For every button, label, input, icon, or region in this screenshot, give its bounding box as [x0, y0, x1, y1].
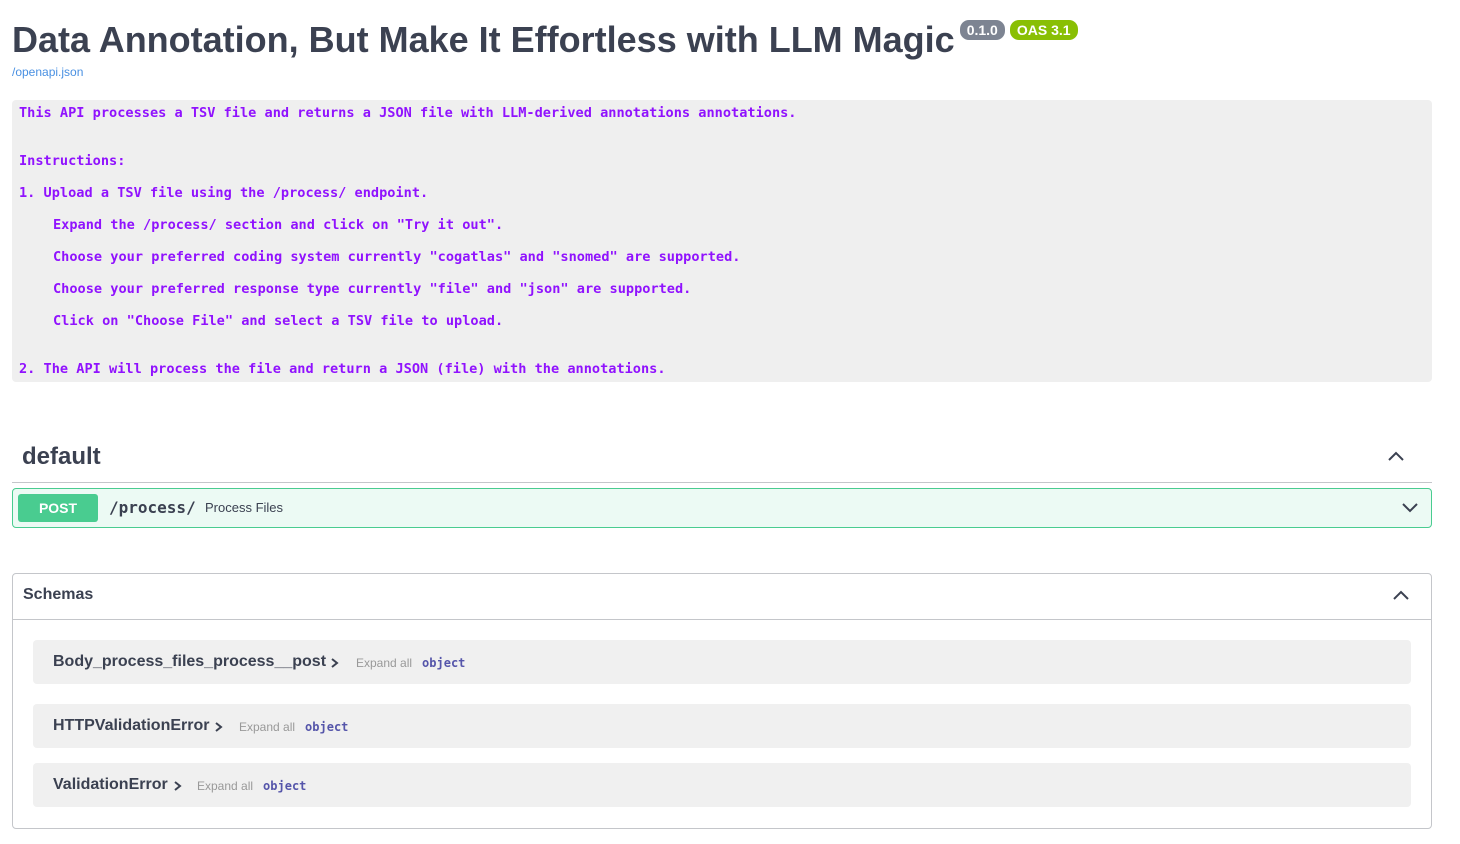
- openapi-json-link[interactable]: /openapi.json: [12, 65, 83, 79]
- description-line: 1. Upload a TSV file using the /process/…: [19, 185, 429, 201]
- description-line: Expand the /process/ section and click o…: [53, 217, 504, 233]
- expand-all-button[interactable]: Expand all: [356, 656, 412, 670]
- schema-model[interactable]: Body_process_files_process__post Expand …: [33, 640, 1411, 684]
- description-line: Click on "Choose File" and select a TSV …: [53, 313, 504, 329]
- operation-path: /process/: [109, 498, 196, 517]
- schemas-header[interactable]: Schemas: [13, 574, 1431, 620]
- api-title: Data Annotation, But Make It Effortless …: [12, 19, 955, 60]
- chevron-right-icon[interactable]: [330, 657, 340, 669]
- model-name[interactable]: HTTPValidationError: [53, 717, 209, 735]
- expand-all-button[interactable]: Expand all: [197, 779, 253, 793]
- badges: 0.1.0 OAS 3.1: [959, 20, 1083, 40]
- schema-model[interactable]: ValidationError Expand all object: [33, 763, 1411, 807]
- version-badge: 0.1.0: [959, 20, 1005, 40]
- section-default-header[interactable]: default: [12, 434, 1432, 483]
- schemas-title: Schemas: [23, 586, 94, 603]
- model-type: object: [263, 779, 307, 793]
- chevron-down-icon[interactable]: [1400, 497, 1420, 517]
- api-description: This API processes a TSV file and return…: [12, 100, 1432, 382]
- model-type: object: [305, 720, 349, 734]
- model-meta: Expand all object: [356, 656, 465, 670]
- expand-all-button[interactable]: Expand all: [239, 720, 295, 734]
- model-name[interactable]: ValidationError: [53, 776, 168, 794]
- chevron-right-icon[interactable]: [173, 780, 183, 792]
- chevron-up-icon[interactable]: [1386, 446, 1406, 466]
- description-line: Choose your preferred response type curr…: [53, 281, 692, 297]
- schemas-section: Schemas Body_process_files_process__post…: [12, 573, 1432, 829]
- model-meta: Expand all object: [197, 779, 306, 793]
- description-line: Instructions:: [19, 153, 126, 169]
- chevron-right-icon[interactable]: [214, 721, 224, 733]
- model-type: object: [422, 656, 466, 670]
- model-meta: Expand all object: [239, 720, 348, 734]
- operation-post-process[interactable]: POST /process/ Process Files: [12, 488, 1432, 528]
- schema-model[interactable]: HTTPValidationError Expand all object: [33, 704, 1411, 748]
- description-line: Choose your preferred coding system curr…: [53, 249, 741, 265]
- api-header: Data Annotation, But Make It Effortless …: [12, 18, 1083, 62]
- chevron-up-icon[interactable]: [1391, 585, 1411, 605]
- description-line: This API processes a TSV file and return…: [19, 105, 797, 121]
- section-title: default: [22, 443, 101, 470]
- model-name[interactable]: Body_process_files_process__post: [53, 653, 326, 671]
- operation-summary: Process Files: [205, 500, 284, 515]
- oas-badge: OAS 3.1: [1009, 20, 1078, 40]
- method-badge: POST: [18, 494, 98, 522]
- description-line: 2. The API will process the file and ret…: [19, 361, 666, 377]
